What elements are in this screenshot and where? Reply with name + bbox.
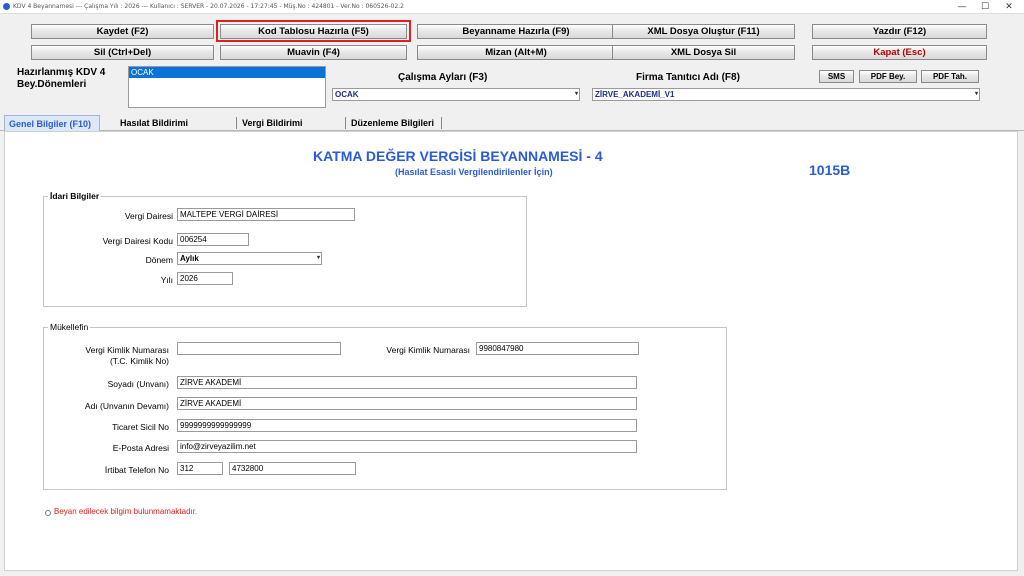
ticaret-input[interactable]: 9999999999999999	[177, 419, 637, 432]
yazdir-button[interactable]: Yazdır (F12)	[812, 24, 987, 39]
chevron-down-icon: ▾	[574, 91, 578, 97]
adi-label: Adı (Unvanın Devamı)	[84, 401, 169, 411]
ticaret-label: Ticaret Sicil No	[112, 422, 169, 432]
beyan-radio[interactable]	[45, 510, 51, 516]
sil-button[interactable]: Sil (Ctrl+Del)	[31, 45, 214, 60]
donem-label: Dönem	[145, 255, 173, 265]
donem-select[interactable]: Aylık ▾	[177, 252, 322, 265]
xml-sil-button[interactable]: XML Dosya Sil	[612, 45, 795, 60]
tab-separator	[236, 117, 237, 129]
telefon-no-input[interactable]: 4732800	[229, 462, 356, 475]
periods-list-item[interactable]: OCAK	[129, 67, 325, 78]
vergi-dairesi-label: Vergi Dairesi	[124, 211, 173, 221]
firma-select[interactable]: ZİRVE_AKADEMİ_V1 ▾	[592, 88, 980, 101]
mukellef-legend: Mükellefin	[48, 322, 91, 332]
telefon-label: İrtibat Telefon No	[104, 465, 169, 475]
vkn-label: Vergi Kimlik Numarası	[386, 345, 470, 355]
eposta-label: E-Posta Adresi	[112, 443, 169, 453]
form-subtitle: (Hasılat Esaslı Vergilendirilenler İçin)	[395, 167, 553, 177]
window-title: KDV 4 Beyannamesi --- Çalışma Yılı : 202…	[13, 3, 404, 10]
yil-input[interactable]: 2026	[177, 272, 233, 285]
idari-bilgiler-legend: İdari Bilgiler	[48, 191, 102, 201]
yil-label: Yılı	[160, 275, 173, 285]
tab-separator	[441, 117, 442, 129]
xml-olustur-button[interactable]: XML Dosya Oluştur (F11)	[612, 24, 795, 39]
tckn-label-1: Vergi Kimlik Numarası	[85, 345, 169, 355]
tab-hasilat-bildirimi[interactable]: Hasılat Bildirimi	[116, 115, 192, 131]
pdf-bey-button[interactable]: PDF Bey.	[859, 70, 917, 83]
vergi-dairesi-kodu-input[interactable]: 006254	[177, 233, 249, 246]
tab-separator	[345, 117, 346, 129]
chevron-down-icon: ▾	[316, 255, 320, 261]
periods-label-1: Hazırlanmış KDV 4	[17, 67, 106, 78]
minimize-button[interactable]: —	[953, 0, 971, 14]
kaydet-button[interactable]: Kaydet (F2)	[31, 24, 214, 39]
form-title: KATMA DEĞER VERGİSİ BEYANNAMESİ - 4	[313, 148, 603, 164]
eposta-input[interactable]: info@zirveyazilim.net	[177, 440, 637, 453]
highlight-frame	[216, 20, 411, 42]
periods-listbox[interactable]: OCAK	[128, 66, 326, 108]
periods-label-2: Bey.Dönemleri	[17, 79, 87, 90]
chevron-down-icon: ▾	[974, 91, 978, 97]
soyadi-input[interactable]: ZİRVE AKADEMİ	[177, 376, 637, 389]
calisma-aylari-label: Çalışma Ayları (F3)	[398, 72, 488, 83]
donem-value: Aylık	[180, 254, 199, 263]
vergi-dairesi-kodu-label: Vergi Dairesi Kodu	[102, 236, 173, 246]
adi-input[interactable]: ZİRVE AKADEMİ	[177, 397, 637, 410]
form-panel: KATMA DEĞER VERGİSİ BEYANNAMESİ - 4 (Has…	[4, 131, 1018, 571]
title-bar: KDV 4 Beyannamesi --- Çalışma Yılı : 202…	[0, 0, 1024, 14]
muavin-button[interactable]: Muavin (F4)	[220, 45, 407, 60]
tckn-label-2: (T.C. Kimlik No)	[109, 356, 169, 366]
form-code: 1015B	[809, 162, 851, 178]
tab-genel-bilgiler[interactable]: Genel Bilgiler (F10)	[4, 115, 100, 131]
kapat-button[interactable]: Kapat (Esc)	[812, 45, 987, 60]
calisma-aylari-value: OCAK	[335, 90, 359, 99]
beyanname-hazirla-button[interactable]: Beyanname Hazırla (F9)	[417, 24, 615, 39]
app-icon	[3, 3, 10, 10]
vergi-dairesi-input[interactable]: MALTEPE VERGİ DAİRESİ	[177, 208, 355, 221]
firma-value: ZİRVE_AKADEMİ_V1	[595, 90, 675, 99]
firma-label: Firma Tanıtıcı Adı (F8)	[636, 72, 740, 83]
telefon-kod-input[interactable]: 312	[177, 462, 223, 475]
calisma-aylari-select[interactable]: OCAK ▾	[332, 88, 580, 101]
tckn-input[interactable]	[177, 342, 341, 355]
mizan-button[interactable]: Mizan (Alt+M)	[417, 45, 615, 60]
close-window-button[interactable]: ✕	[1000, 0, 1018, 14]
maximize-button[interactable]: ☐	[976, 0, 994, 14]
tab-bar: Genel Bilgiler (F10) Hasılat Bildirimi V…	[0, 115, 1024, 131]
pdf-tah-button[interactable]: PDF Tah.	[921, 70, 979, 83]
tab-duzenleme-bilgileri[interactable]: Düzenleme Bilgileri	[347, 115, 438, 131]
soyadi-label: Soyadı (Unvanı)	[107, 379, 169, 389]
tab-vergi-bildirimi[interactable]: Vergi Bildirimi	[238, 115, 307, 131]
vkn-input[interactable]: 9980847980	[476, 342, 639, 355]
beyan-note: Beyan edilecek bilgim bulunmamaktadır.	[54, 507, 198, 516]
sms-button[interactable]: SMS	[819, 70, 854, 83]
